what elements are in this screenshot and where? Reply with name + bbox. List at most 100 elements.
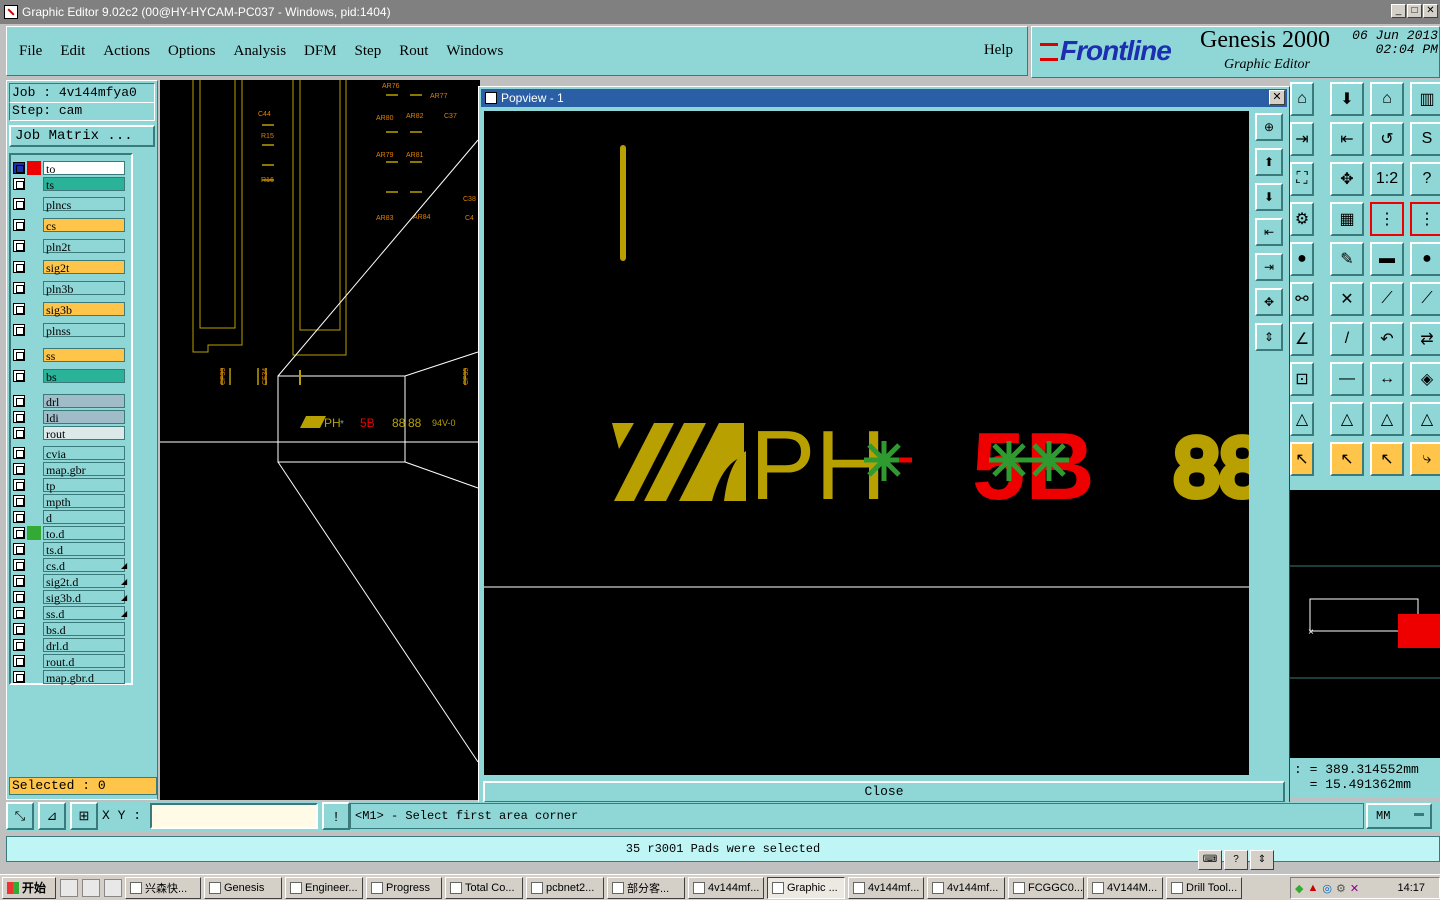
layer-row[interactable]: d — [13, 510, 125, 525]
layer-name[interactable]: to.d — [43, 526, 125, 541]
menu-step[interactable]: Step — [355, 43, 382, 60]
pad-icon[interactable]: ● — [1290, 242, 1314, 276]
menu-rout[interactable]: Rout — [399, 43, 428, 60]
zoom-in-icon[interactable]: ⊕ — [1255, 113, 1283, 141]
layer-checkbox[interactable] — [13, 559, 25, 571]
layer-row[interactable]: rout — [13, 426, 125, 441]
grid-icon[interactable]: ▦ — [1330, 202, 1364, 236]
fit-icon[interactable]: ⛶ — [1290, 162, 1314, 196]
layer-checkbox[interactable] — [13, 607, 25, 619]
layer-checkbox[interactable] — [13, 411, 25, 423]
layer-row[interactable]: ts — [13, 177, 125, 192]
layer-name[interactable]: ldi — [43, 410, 125, 425]
undo-icon[interactable]: ↺ — [1370, 122, 1404, 156]
layer-name[interactable]: ts.d — [43, 542, 125, 557]
layer-checkbox[interactable] — [13, 511, 25, 523]
ratio-icon[interactable]: 1:2 — [1370, 162, 1404, 196]
layer-checkbox[interactable] — [13, 303, 25, 315]
pan-right-icon[interactable]: ⇥ — [1255, 253, 1283, 281]
step-in-icon[interactable]: ⇥ — [1290, 122, 1314, 156]
layer-row[interactable]: map.gbr.d — [13, 670, 125, 685]
layer-row[interactable]: bs.d — [13, 622, 125, 637]
node-icon[interactable]: ⊡ — [1290, 362, 1314, 396]
layer-row[interactable]: map.gbr — [13, 462, 125, 477]
taskbar-task[interactable]: 部分客... — [607, 876, 685, 899]
menu-windows[interactable]: Windows — [446, 43, 503, 60]
angle-icon[interactable]: ∠ — [1290, 322, 1314, 356]
layer-checkbox[interactable] — [13, 575, 25, 587]
layer-row[interactable]: mpth — [13, 494, 125, 509]
help-icon[interactable]: ? — [1224, 850, 1248, 870]
grid-icon[interactable]: ⊞ — [70, 802, 98, 830]
step-down-icon[interactable]: ⬇ — [1255, 183, 1283, 211]
layer-name[interactable]: sig2t.d — [43, 574, 125, 589]
menu-options[interactable]: Options — [168, 43, 216, 60]
layer-row[interactable]: tp — [13, 478, 125, 493]
xy-input[interactable] — [150, 803, 318, 829]
layer-name[interactable]: d — [43, 510, 125, 525]
layer-checkbox[interactable] — [13, 447, 25, 459]
layer-row[interactable]: cvia — [13, 446, 125, 461]
layer-checkbox[interactable] — [13, 671, 25, 683]
layer-row[interactable]: cs — [13, 218, 125, 233]
layer-row[interactable]: plnss — [13, 323, 125, 338]
pan-left-icon[interactable]: ⇤ — [1255, 218, 1283, 246]
layer-name[interactable]: plncs — [43, 197, 125, 212]
layer-row[interactable]: rout.d — [13, 654, 125, 669]
measure-icon[interactable]: ↔ — [1370, 362, 1404, 396]
triangle-icon[interactable]: △ — [1290, 402, 1314, 436]
layer-checkbox[interactable] — [13, 240, 25, 252]
quicklaunch-icon[interactable] — [104, 878, 122, 897]
layer-name[interactable]: ts — [43, 177, 125, 192]
layer-name[interactable]: ss — [43, 348, 125, 363]
taskbar-task[interactable]: 兴森快... — [125, 876, 201, 899]
tray-icon[interactable]: ◆ — [1295, 882, 1303, 895]
pointer3-icon[interactable]: ↖ — [1370, 442, 1404, 476]
taskbar-task[interactable]: 4v144mf... — [688, 876, 764, 899]
quicklaunch-icon[interactable] — [60, 878, 78, 897]
pan-icon[interactable]: ✥ — [1330, 162, 1364, 196]
taskbar-task[interactable]: 4v144mf... — [927, 876, 1005, 899]
layer-checkbox[interactable] — [13, 261, 25, 273]
home-icon[interactable]: ⌂ — [1370, 82, 1404, 116]
layer-row[interactable]: drl.d — [13, 638, 125, 653]
net2-icon[interactable]: ⋮ — [1410, 202, 1440, 236]
layer-checkbox[interactable] — [13, 324, 25, 336]
triangle4-icon[interactable]: △ — [1410, 402, 1440, 436]
layer-name[interactable]: pln3b — [43, 281, 125, 296]
menu-analysis[interactable]: Analysis — [234, 43, 287, 60]
settings-icon[interactable]: ⚙ — [1290, 202, 1314, 236]
layer-row[interactable]: ts.d — [13, 542, 125, 557]
layout-icon[interactable]: ▥ — [1410, 82, 1440, 116]
taskbar-task[interactable]: 4V144M... — [1087, 876, 1163, 899]
menu-actions[interactable]: Actions — [103, 43, 150, 60]
layer-checkbox[interactable] — [13, 543, 25, 555]
layer-name[interactable]: cs — [43, 218, 125, 233]
layer-row[interactable]: sig2t — [13, 260, 125, 275]
layer-row[interactable]: pln2t — [13, 239, 125, 254]
arc-icon[interactable]: ↶ — [1370, 322, 1404, 356]
pointer-icon[interactable]: ↖ — [1290, 442, 1314, 476]
popview-canvas[interactable]: PH 5B 88 — [484, 111, 1249, 775]
layer-row[interactable]: to — [13, 161, 125, 176]
popview-close-button[interactable]: Close — [483, 781, 1285, 803]
tray-icon[interactable]: ⚙ — [1336, 882, 1346, 895]
layer-checkbox[interactable] — [13, 495, 25, 507]
layer-row[interactable]: cs.d ◢ — [13, 558, 127, 573]
shape-icon[interactable]: ◈ — [1410, 362, 1440, 396]
layer-name[interactable]: map.gbr — [43, 462, 125, 477]
line-icon[interactable]: ⟋ — [1370, 282, 1404, 316]
layer-row[interactable]: drl — [13, 394, 125, 409]
import-icon[interactable]: ⬇ — [1330, 82, 1364, 116]
units-select[interactable]: MM — [1366, 803, 1432, 829]
layer-name[interactable]: sig2t — [43, 260, 125, 275]
layer-checkbox[interactable] — [13, 198, 25, 210]
start-button[interactable]: 开始 — [2, 876, 56, 899]
layer-row[interactable]: sig3b.d ◢ — [13, 590, 127, 605]
zoom-home-icon[interactable]: ⌂ — [1290, 82, 1314, 116]
layer-checkbox[interactable] — [13, 591, 25, 603]
layer-name[interactable]: sig3b — [43, 302, 125, 317]
snap-s-icon[interactable]: S — [1410, 122, 1440, 156]
menu-dfm[interactable]: DFM — [304, 43, 337, 60]
layer-checkbox[interactable] — [13, 623, 25, 635]
